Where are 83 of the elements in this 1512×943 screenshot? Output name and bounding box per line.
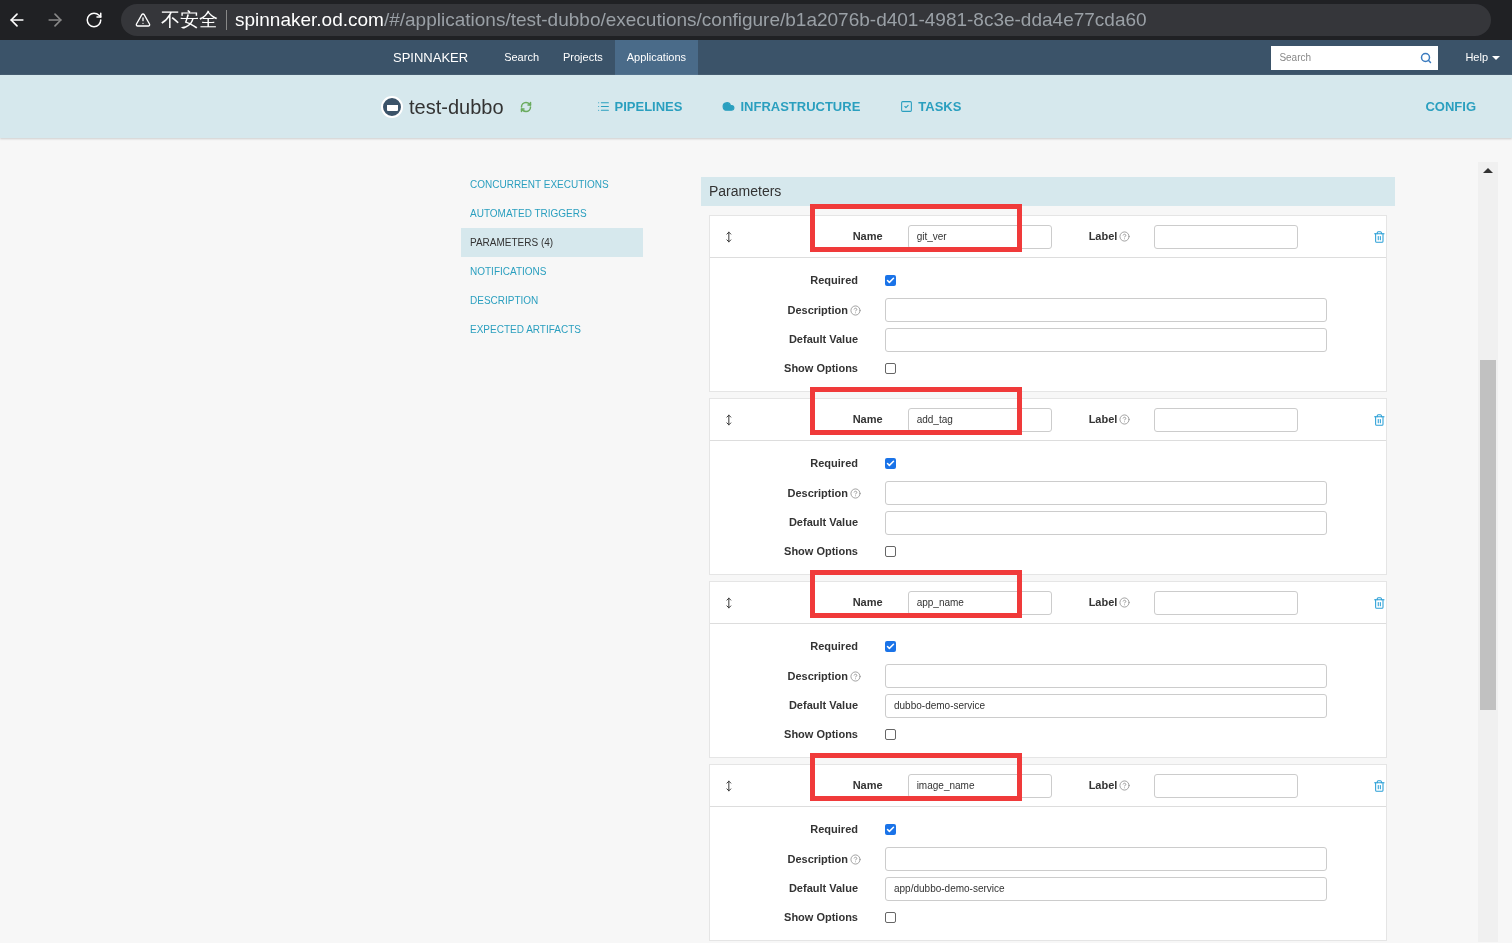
field-label: Show Options [783, 361, 858, 377]
cloud-icon [722, 100, 736, 113]
trash-icon[interactable] [1373, 229, 1386, 244]
checkbox[interactable] [885, 546, 896, 557]
field-label: Description [786, 485, 848, 501]
description-field[interactable] [885, 298, 1327, 322]
nav-link[interactable]: Projects [551, 40, 615, 75]
refresh-icon[interactable] [519, 100, 532, 113]
app-title: test-dubbo [409, 94, 504, 120]
field-label: Default Value [787, 698, 858, 714]
checkbox[interactable] [885, 275, 896, 286]
search-icon [1420, 51, 1433, 64]
nav-link[interactable]: Applications [614, 40, 699, 75]
help-icon [1119, 597, 1131, 608]
scrollbar[interactable] [1478, 162, 1498, 942]
search-field[interactable]: Search [1271, 45, 1439, 70]
checkbox[interactable] [885, 641, 896, 652]
field-label: Label [1088, 229, 1118, 245]
checkbox[interactable] [885, 458, 896, 469]
help-icon [850, 487, 861, 499]
checkbox-icon [900, 100, 914, 113]
field-label: Default Value [787, 515, 858, 531]
field-label: Required [809, 456, 858, 472]
field-label: Description [786, 302, 848, 318]
label-field[interactable] [1154, 590, 1299, 615]
caret-icon [1492, 55, 1500, 60]
help-icon [1119, 231, 1131, 242]
section-header: Parameters [701, 177, 1395, 206]
help-icon [1119, 414, 1131, 425]
field-label: Description [786, 668, 848, 684]
field-label: Name [851, 229, 883, 245]
default-value-field[interactable] [885, 327, 1327, 352]
checkbox[interactable] [885, 912, 896, 923]
field-label: Label [1088, 412, 1118, 428]
help-icon [850, 670, 861, 682]
default-value-field[interactable] [885, 510, 1327, 535]
field-label: Label [1088, 778, 1118, 794]
brand[interactable]: SPINNAKER [393, 47, 469, 68]
field-label: Label [1088, 595, 1118, 611]
label-field[interactable] [1154, 224, 1299, 249]
field-label: Required [809, 822, 858, 838]
label-field[interactable] [1154, 773, 1299, 798]
checkbox[interactable] [885, 363, 896, 374]
help-icon [1119, 780, 1131, 791]
field-label: Show Options [783, 910, 858, 926]
warning-icon [135, 12, 151, 28]
help-menu[interactable]: Help [1465, 49, 1500, 66]
checkbox[interactable] [885, 729, 896, 740]
default-value-field[interactable]: dubbo-demo-service [885, 693, 1327, 718]
field-label: Default Value [787, 881, 858, 897]
url-host: spinnaker.od.com [235, 7, 384, 32]
list-icon [596, 100, 610, 113]
address-bar[interactable]: 不安全 spinnaker.od.com/#/applications/test-dubbo/executions/configure/b1a2076b-d401-4981-8c3e-dda4e77cda60 [121, 4, 1491, 36]
trash-icon[interactable] [1373, 595, 1386, 610]
description-field[interactable] [885, 481, 1327, 505]
field-label: Name [851, 778, 883, 794]
trash-icon[interactable] [1373, 412, 1386, 427]
name-field[interactable]: image_name [907, 773, 1052, 798]
help-icon [850, 304, 861, 316]
label-field[interactable] [1154, 407, 1299, 432]
field-label: Default Value [787, 332, 858, 348]
description-field[interactable] [885, 847, 1327, 871]
field-label: Show Options [783, 727, 858, 743]
default-value-field[interactable]: app/dubbo-demo-service [885, 876, 1327, 901]
field-label: Show Options [783, 544, 858, 560]
field-label: Name [851, 412, 883, 428]
help-icon [850, 853, 861, 865]
field-label: Required [809, 273, 858, 289]
name-field[interactable]: git_ver [907, 224, 1052, 249]
field-label: Description [786, 851, 848, 867]
reload-icon[interactable] [85, 11, 103, 29]
field-label: Name [851, 595, 883, 611]
name-field[interactable]: add_tag [907, 407, 1052, 432]
name-field[interactable]: app_name [907, 590, 1052, 615]
sidebar-item[interactable]: PARAMETERS (4) [461, 228, 643, 257]
description-field[interactable] [885, 664, 1327, 688]
app-icon [381, 95, 403, 118]
nav-link[interactable]: Search [492, 40, 551, 75]
field-label: Required [809, 639, 858, 655]
trash-icon[interactable] [1373, 778, 1386, 793]
security-label: 不安全 [161, 7, 218, 32]
checkbox[interactable] [885, 824, 896, 835]
url-path: /#/applications/test-dubbo/executions/configure/b1a2076b-d401-4981-8c3e-dda4e77cda60 [383, 7, 1147, 32]
